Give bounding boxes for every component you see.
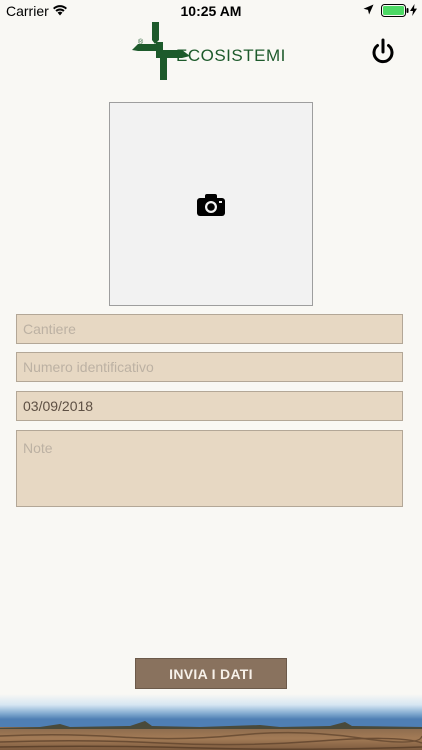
status-time: 10:25 AM: [180, 3, 242, 19]
landscape-banner: [0, 694, 422, 750]
svg-text:®: ®: [138, 38, 144, 46]
photo-picker[interactable]: [109, 102, 313, 306]
submit-button[interactable]: INVIA I DATI: [135, 658, 287, 689]
location-icon: [363, 4, 374, 15]
camera-icon: [197, 194, 225, 216]
cantiere-field[interactable]: Cantiere: [16, 314, 403, 344]
power-icon: [372, 38, 394, 64]
note-field[interactable]: Note: [16, 430, 403, 507]
status-bar: Carrier 10:25 AM: [0, 0, 422, 22]
numero-identificativo-field[interactable]: Numero identificativo: [16, 352, 403, 382]
battery-icon: [381, 4, 409, 17]
ecosistemi-logo: ® ECOSISTEMI: [130, 20, 300, 82]
logo-text: ECOSISTEMI: [176, 46, 286, 65]
power-button[interactable]: [369, 38, 397, 66]
charging-icon: [410, 4, 417, 16]
date-field[interactable]: 03/09/2018: [16, 391, 403, 421]
